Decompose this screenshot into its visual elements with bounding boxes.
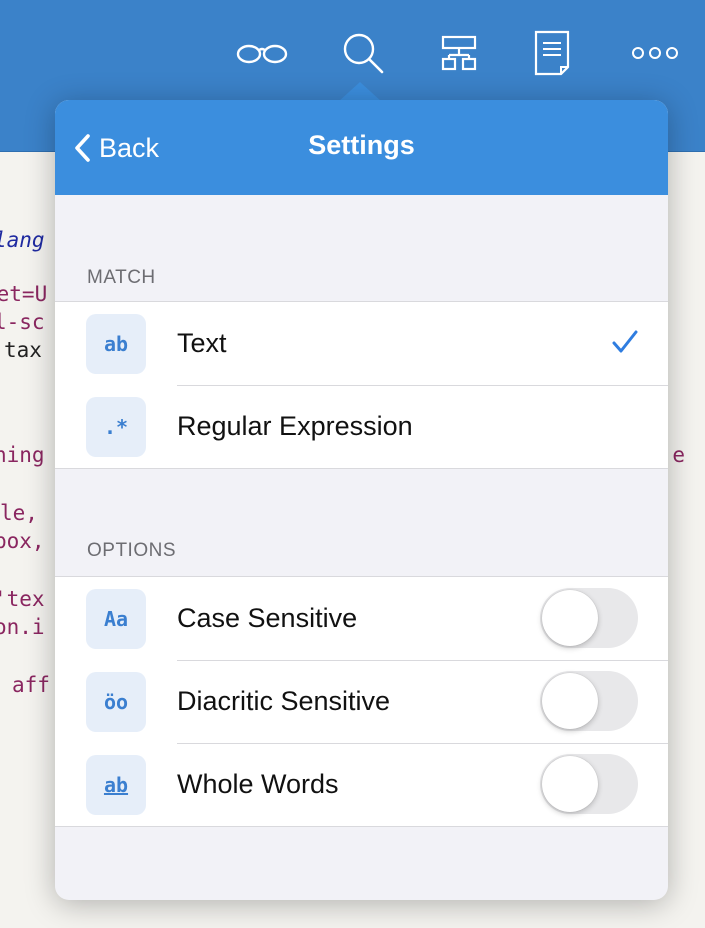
text-match-icon: ab — [86, 314, 146, 374]
case-sensitive-icon: Aa — [86, 589, 146, 649]
glasses-icon[interactable] — [232, 28, 292, 78]
search-icon[interactable] — [338, 28, 388, 78]
option-label: Case Sensitive — [177, 603, 358, 633]
document-icon[interactable] — [530, 28, 574, 78]
option-diacritic-sensitive: öo Diacritic Sensitive — [55, 660, 668, 743]
case-sensitive-toggle[interactable] — [540, 588, 638, 648]
match-group: ab Text .* Regular Expression — [55, 301, 668, 469]
match-option-regex[interactable]: .* Regular Expression — [55, 385, 668, 468]
option-label: Diacritic Sensitive — [177, 686, 391, 716]
checkmark-icon — [612, 330, 638, 353]
options-group: Aa Case Sensitive öo Diacritic Sensitive… — [55, 576, 668, 827]
match-option-text[interactable]: ab Text — [55, 302, 668, 385]
popover-title: Settings — [308, 130, 415, 160]
option-whole-words: ab Whole Words — [55, 743, 668, 826]
popover-nav-bar: Back Settings — [55, 100, 668, 195]
match-option-label: Regular Expression — [177, 411, 413, 441]
match-section-header: MATCH — [87, 267, 156, 288]
option-case-sensitive: Aa Case Sensitive — [55, 577, 668, 660]
outline-tree-icon[interactable] — [436, 28, 482, 78]
diacritic-sensitive-toggle[interactable] — [540, 671, 638, 731]
options-section-header: OPTIONS — [87, 540, 177, 561]
toggle-knob — [542, 756, 598, 812]
search-settings-popover: Back Settings MATCH ab Text .* Regular E… — [55, 100, 668, 900]
whole-words-icon: ab — [86, 755, 146, 815]
code-line: e — [672, 443, 685, 467]
toggle-knob — [542, 590, 598, 646]
match-option-label: Text — [177, 328, 227, 358]
more-icon[interactable] — [627, 28, 683, 78]
toggle-knob — [542, 673, 598, 729]
regex-icon: .* — [86, 397, 146, 457]
whole-words-toggle[interactable] — [540, 754, 638, 814]
popover-arrow — [338, 82, 382, 102]
option-label: Whole Words — [177, 769, 339, 799]
diacritic-icon: öo — [86, 672, 146, 732]
